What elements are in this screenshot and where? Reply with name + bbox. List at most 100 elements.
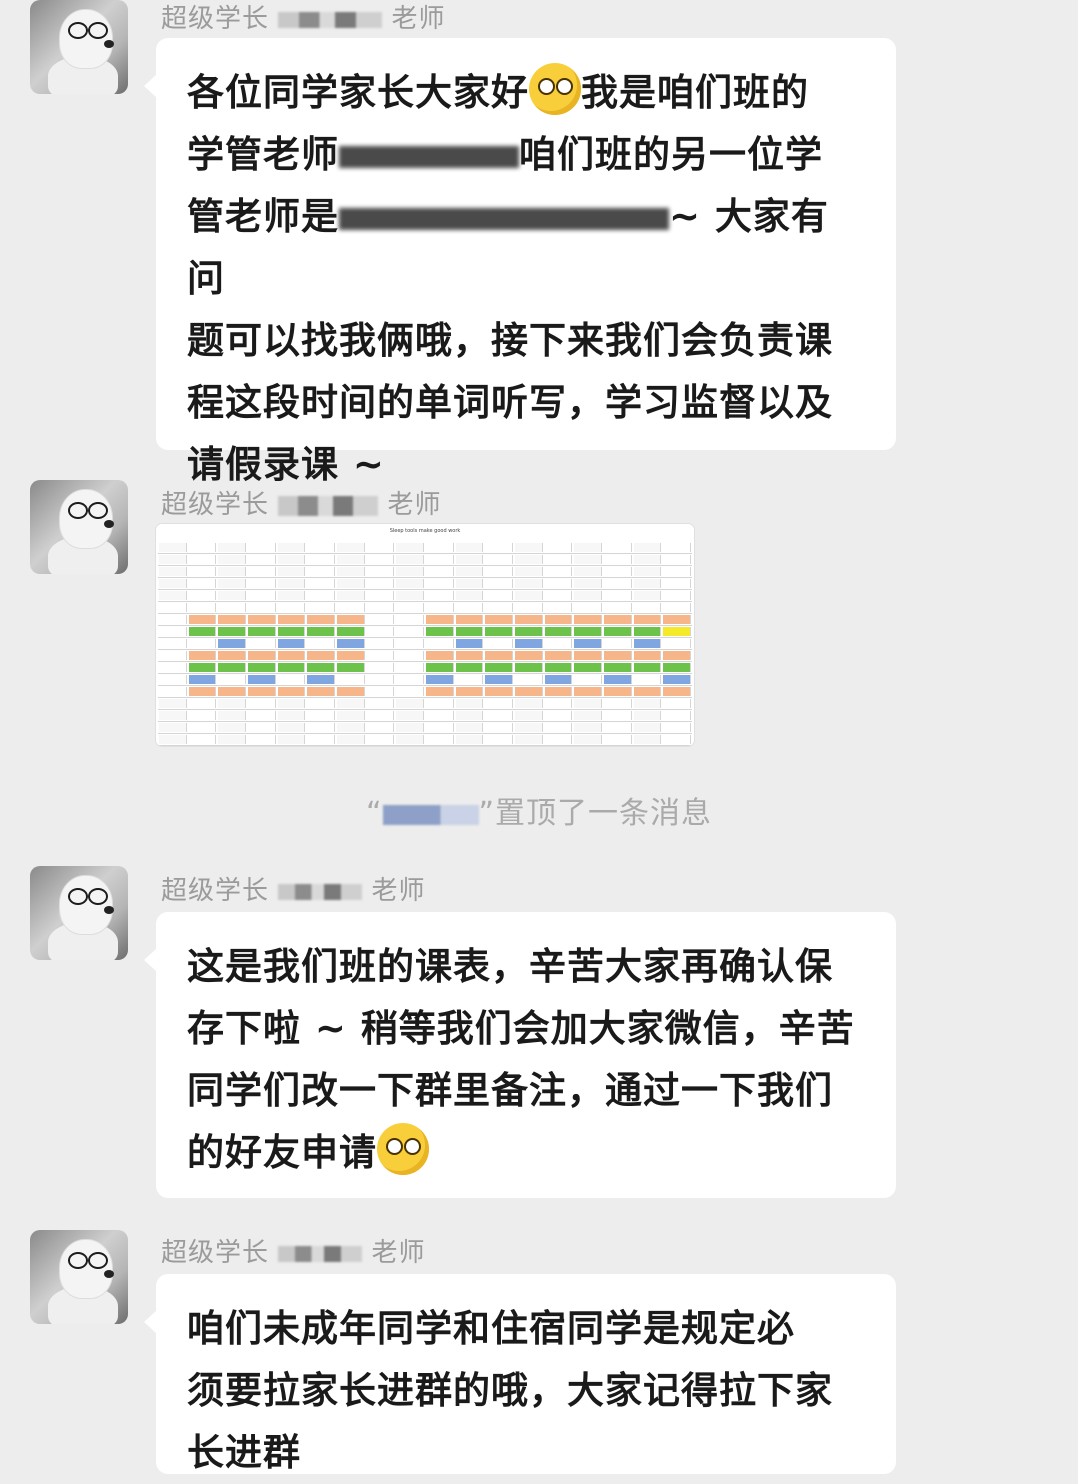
schedule-cell	[188, 603, 217, 612]
schedule-cell	[604, 591, 632, 600]
emoji-smirk-icon	[377, 1123, 429, 1175]
sender-avatar[interactable]	[30, 866, 128, 960]
schedule-cell	[188, 555, 217, 564]
schedule-cell	[277, 687, 306, 696]
schedule-cell	[396, 711, 425, 720]
schedule-cell	[574, 555, 603, 564]
schedule-cell	[485, 699, 514, 708]
schedule-cell	[277, 699, 306, 708]
schedule-cell	[307, 651, 336, 660]
schedule-cell	[604, 723, 632, 732]
schedule-cell	[663, 615, 692, 624]
message-bubble[interactable]: 咱们未成年同学和住宿同学是规定必 须要拉家长进群的哦，大家记得拉下家 长进群	[144, 1274, 896, 1474]
schedule-cell	[515, 699, 543, 708]
schedule-cell	[396, 723, 425, 732]
schedule-cell	[515, 627, 543, 636]
schedule-row	[158, 578, 692, 590]
schedule-cell	[366, 687, 395, 696]
schedule-cell	[396, 615, 425, 624]
message-bubble[interactable]: 各位同学家长大家好 我是咱们班的 学管老师 咱们班的另一位学 管老师是 ~ 大家有问 …	[144, 38, 896, 486]
avatar-glasses	[88, 502, 108, 519]
schedule-cell	[396, 663, 425, 672]
schedule-cell	[663, 723, 692, 732]
schedule-cell	[426, 735, 454, 744]
schedule-cell	[574, 723, 603, 732]
schedule-cell	[633, 627, 662, 636]
schedule-cell	[455, 675, 484, 684]
schedule-cell	[277, 591, 306, 600]
schedule-cell	[277, 711, 306, 720]
schedule-cell	[188, 711, 217, 720]
schedule-cell	[485, 603, 514, 612]
schedule-cell	[574, 543, 603, 552]
schedule-cell	[574, 567, 603, 576]
sender-name-prefix: 超级学长	[161, 490, 270, 520]
schedule-cell	[159, 687, 187, 696]
schedule-cell	[544, 735, 573, 744]
sender-avatar[interactable]	[30, 0, 128, 94]
schedule-row	[158, 734, 692, 746]
message-line: 的好友申请	[187, 1122, 866, 1184]
schedule-cell	[307, 663, 336, 672]
pinned-message-notice: “”置顶了一条消息	[365, 796, 713, 831]
schedule-row	[158, 590, 692, 602]
schedule-row	[158, 674, 692, 686]
schedule-cell	[426, 699, 454, 708]
avatar-dog-head	[60, 876, 112, 934]
schedule-cell	[515, 639, 543, 648]
schedule-cell	[633, 699, 662, 708]
schedule-cell	[515, 663, 543, 672]
schedule-cell	[485, 627, 514, 636]
schedule-cell	[574, 687, 603, 696]
message-line: 题可以找我俩哦，接下来我们会负责课	[187, 319, 833, 362]
schedule-cell	[426, 567, 454, 576]
schedule-cell	[337, 711, 365, 720]
schedule-cell	[544, 627, 573, 636]
schedule-cell	[218, 663, 247, 672]
schedule-cell	[218, 603, 247, 612]
schedule-row	[158, 566, 692, 578]
schedule-cell	[574, 675, 603, 684]
sender-name-redacted	[278, 495, 379, 516]
schedule-cell	[366, 735, 395, 744]
schedule-cell	[248, 591, 276, 600]
schedule-image[interactable]: Sleep tools make good work	[156, 524, 694, 746]
schedule-cell	[248, 663, 276, 672]
schedule-cell	[604, 663, 632, 672]
message-bubble[interactable]: 这是我们班的课表，辛苦大家再确认保 存下啦 ~ 稍等我们会加大家微信，辛苦 同学…	[144, 912, 896, 1198]
avatar-glasses	[68, 888, 88, 905]
schedule-cell	[218, 699, 247, 708]
avatar-glasses	[68, 22, 88, 39]
schedule-cell	[366, 591, 395, 600]
schedule-cell	[248, 723, 276, 732]
schedule-cell	[366, 555, 395, 564]
schedule-cell	[277, 735, 306, 744]
sender-name-suffix: 老师	[391, 4, 446, 34]
schedule-cell	[663, 579, 692, 588]
schedule-cell	[544, 615, 573, 624]
avatar-glasses	[68, 1252, 88, 1269]
schedule-cell	[633, 567, 662, 576]
schedule-cell	[455, 603, 484, 612]
schedule-cell	[159, 579, 187, 588]
schedule-cell	[455, 699, 484, 708]
schedule-cell	[633, 639, 662, 648]
schedule-cell	[633, 615, 662, 624]
schedule-cell	[366, 723, 395, 732]
sender-avatar[interactable]	[30, 480, 128, 574]
schedule-cell	[248, 543, 276, 552]
schedule-cell	[455, 639, 484, 648]
schedule-cell	[188, 687, 217, 696]
schedule-cell	[307, 675, 336, 684]
schedule-row	[158, 710, 692, 722]
sender-avatar[interactable]	[30, 1230, 128, 1324]
schedule-cell	[366, 699, 395, 708]
sender-name-prefix: 超级学长	[161, 1238, 270, 1268]
schedule-cell	[544, 663, 573, 672]
schedule-cell	[218, 591, 247, 600]
schedule-cell	[455, 711, 484, 720]
schedule-cell	[604, 603, 632, 612]
message-line: 长进群	[187, 1431, 301, 1474]
schedule-cell	[426, 651, 454, 660]
schedule-cell	[544, 579, 573, 588]
